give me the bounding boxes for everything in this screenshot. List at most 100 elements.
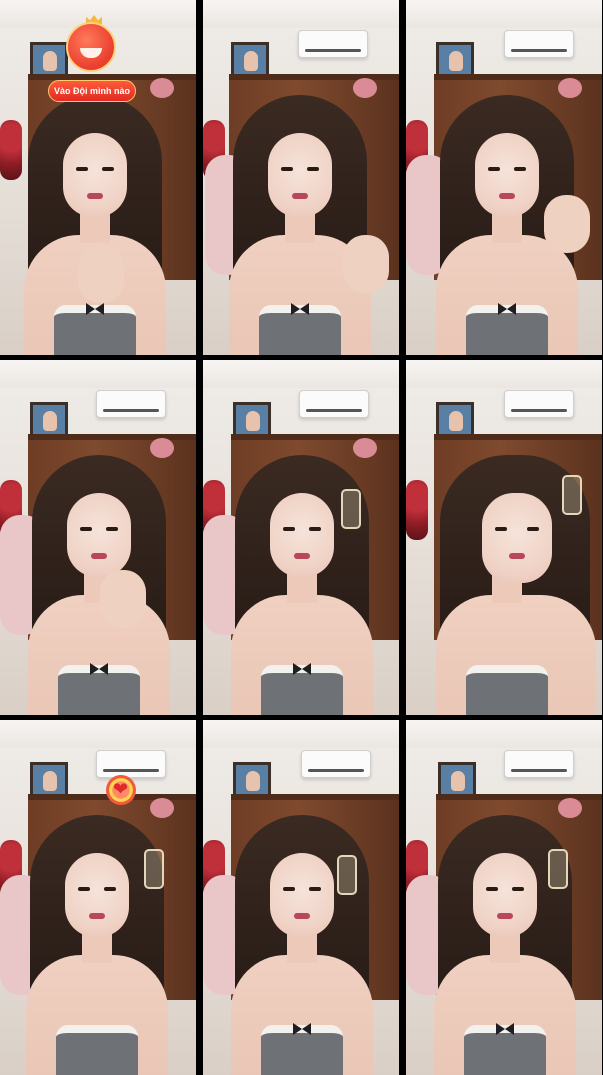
face <box>63 133 127 217</box>
wall-portrait <box>233 762 271 798</box>
streamer <box>215 95 389 355</box>
air-conditioner <box>299 390 369 418</box>
neck <box>492 213 522 243</box>
camisole-top <box>464 1025 546 1075</box>
ceiling <box>0 720 196 748</box>
camisole-top <box>58 665 140 715</box>
wall-portrait <box>436 42 474 78</box>
face <box>268 133 332 217</box>
neck <box>287 573 317 603</box>
air-conditioner <box>504 30 574 58</box>
hair-clip <box>341 489 361 529</box>
neck <box>82 933 112 963</box>
left-eye <box>76 167 88 171</box>
neck <box>490 933 520 963</box>
hair-clip <box>548 849 568 889</box>
air-conditioner <box>96 750 166 778</box>
hair-clip <box>144 849 164 889</box>
face <box>67 493 131 577</box>
right-eye <box>527 527 539 531</box>
left-eye <box>80 527 92 531</box>
hand <box>100 570 146 628</box>
left-eye <box>283 527 295 531</box>
face <box>65 853 129 937</box>
hand <box>343 235 389 293</box>
streamer <box>422 95 592 355</box>
right-eye <box>309 527 321 531</box>
face <box>475 133 539 217</box>
camisole-top <box>261 665 343 715</box>
video-frame-7[interactable]: ❤ <box>0 720 196 1075</box>
hand <box>78 245 124 303</box>
camisole-top <box>259 305 341 355</box>
ceiling <box>203 360 399 388</box>
ceiling <box>406 0 602 28</box>
lips <box>87 193 103 199</box>
air-conditioner <box>298 30 368 58</box>
wall-portrait <box>231 42 269 78</box>
streamer <box>217 455 387 715</box>
streamer <box>12 815 182 1075</box>
wall-portrait <box>30 762 68 798</box>
air-conditioner <box>301 750 371 778</box>
video-frame-8[interactable] <box>203 720 399 1075</box>
video-frame-1[interactable]: Vào Đội mình nào <box>0 0 196 355</box>
video-frame-5[interactable] <box>203 360 399 715</box>
hand <box>544 195 590 253</box>
wall-portrait <box>436 402 474 438</box>
right-eye <box>309 887 321 891</box>
right-eye <box>307 167 319 171</box>
wall-portrait <box>30 402 68 438</box>
air-conditioner <box>504 750 574 778</box>
streamer <box>422 455 602 715</box>
streamer <box>10 95 180 355</box>
video-frame-3[interactable] <box>406 0 602 355</box>
lips <box>497 913 513 919</box>
lips <box>292 193 308 199</box>
neck <box>287 933 317 963</box>
wall-portrait <box>233 402 271 438</box>
mascot-heart-icon <box>66 22 116 72</box>
left-eye <box>78 887 90 891</box>
left-eye <box>283 887 295 891</box>
video-frame-2[interactable] <box>203 0 399 355</box>
neck <box>80 213 110 243</box>
hair-clip <box>562 475 582 515</box>
ceiling <box>203 0 399 28</box>
streamer <box>14 455 184 715</box>
hair-clip <box>337 855 357 895</box>
air-conditioner <box>504 390 574 418</box>
streamer <box>420 815 590 1075</box>
heart-sticker-icon: ❤ <box>106 775 136 805</box>
left-eye <box>486 887 498 891</box>
video-frame-6[interactable] <box>406 360 602 715</box>
ceiling <box>203 720 399 748</box>
camisole-top <box>54 305 136 355</box>
neck <box>285 213 315 243</box>
video-frame-4[interactable] <box>0 360 196 715</box>
ceiling <box>0 360 196 388</box>
face <box>270 493 334 577</box>
camisole-top <box>261 1025 343 1075</box>
join-team-badge[interactable]: Vào Đội mình nào <box>48 15 136 108</box>
lips <box>294 553 310 559</box>
face <box>270 853 334 937</box>
left-eye <box>488 167 500 171</box>
face <box>482 493 552 583</box>
lips <box>499 193 515 199</box>
video-frame-grid: Vào Đội mình nào ❤ <box>0 0 603 1075</box>
right-eye <box>512 887 524 891</box>
join-team-label: Vào Đội mình nào <box>48 80 136 102</box>
face <box>473 853 537 937</box>
wall-portrait <box>438 762 476 798</box>
lips <box>509 553 525 559</box>
video-frame-9[interactable] <box>406 720 602 1075</box>
right-eye <box>106 527 118 531</box>
lips <box>89 913 105 919</box>
camisole-top <box>56 1025 138 1075</box>
right-eye <box>514 167 526 171</box>
streamer <box>217 815 387 1075</box>
right-eye <box>102 167 114 171</box>
camisole-top <box>466 665 548 715</box>
left-eye <box>281 167 293 171</box>
